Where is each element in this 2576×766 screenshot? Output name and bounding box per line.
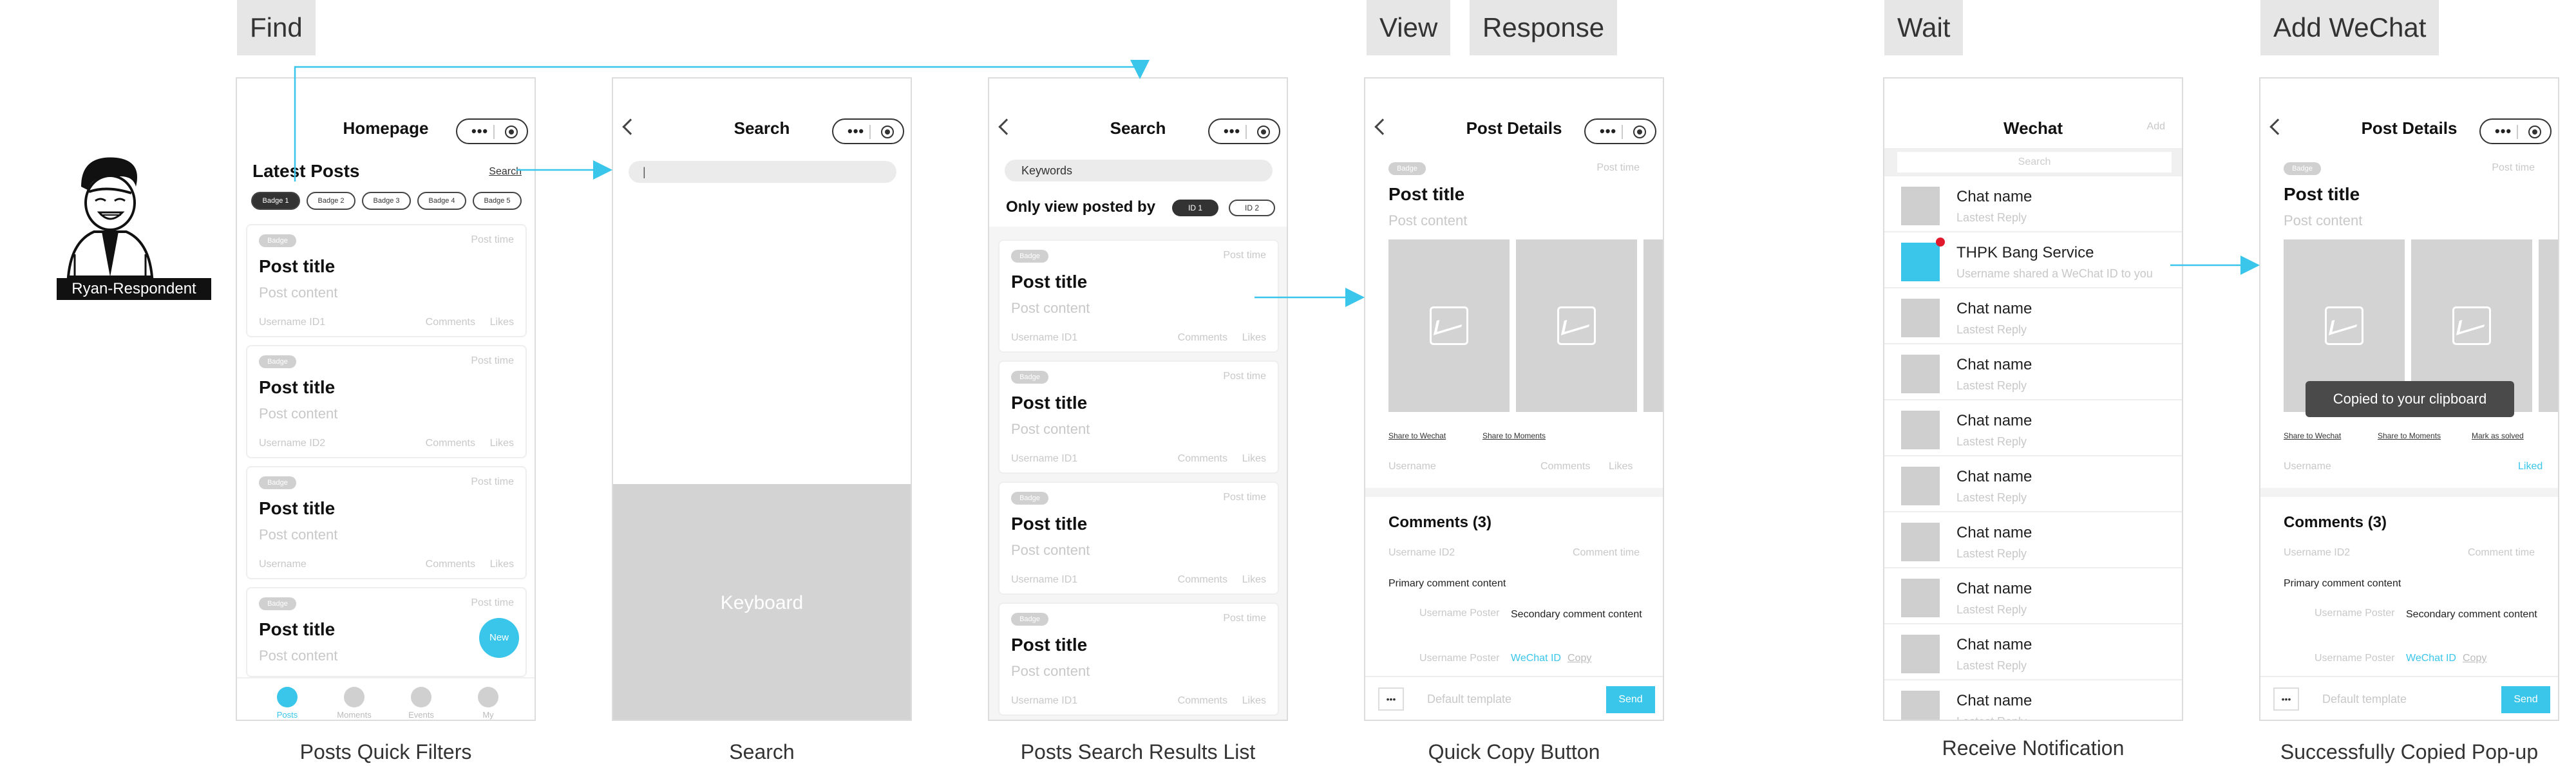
flow-arrow-home-to-results bbox=[294, 60, 1150, 182]
caption-receive-notification: Receive Notification bbox=[1942, 736, 2125, 760]
caption-search: Search bbox=[729, 740, 795, 763]
caption-copied-popup: Successfully Copied Pop-up bbox=[2280, 740, 2539, 763]
caption-quick-copy: Quick Copy Button bbox=[1428, 740, 1600, 763]
flow-arrows bbox=[294, 60, 2260, 307]
caption-search-results: Posts Search Results List bbox=[1020, 740, 1256, 763]
caption-posts-quick-filters: Posts Quick Filters bbox=[299, 740, 472, 763]
